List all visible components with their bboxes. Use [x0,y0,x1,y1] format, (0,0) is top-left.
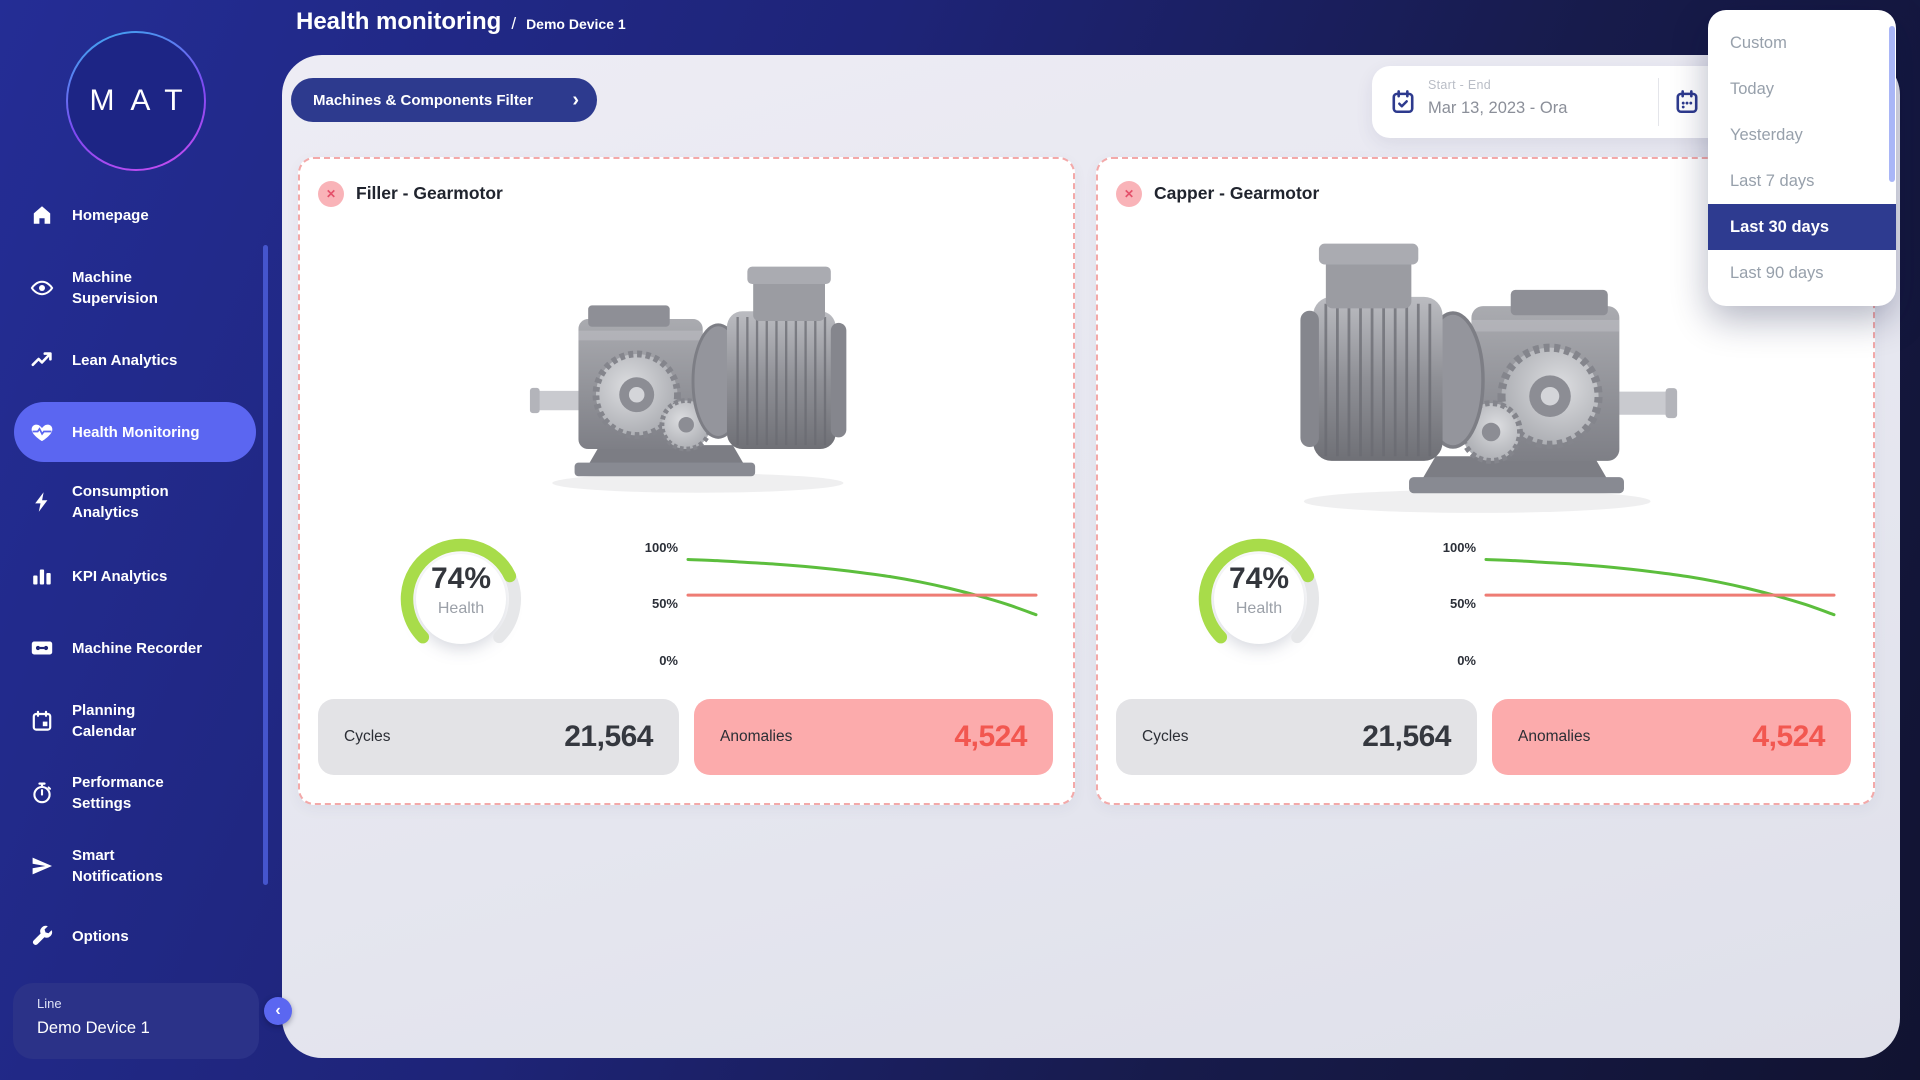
sidebar-collapse-button[interactable]: ‹ [264,997,292,1025]
dropdown-scrollbar[interactable] [1889,26,1895,182]
breadcrumb-device: Demo Device 1 [526,16,626,32]
cycles-label: Cycles [344,728,391,746]
sidebar-item-label: Performance Settings [72,772,164,814]
sidebar-item-machine-recorder[interactable]: Machine Recorder [30,630,266,666]
line-label: Line [37,996,62,1011]
health-trend-chart [1484,540,1836,672]
chevron-left-icon: ‹ [275,1002,280,1020]
dropdown-item-custom[interactable]: Custom [1708,20,1896,66]
filter-button-label: Machines & Components Filter [313,92,533,109]
anomalies-value: 4,524 [1752,720,1825,754]
logo-text: MAT [73,84,198,118]
sidebar-item-planning-calendar[interactable]: Planning Calendar [30,699,266,743]
sidebar-item-consumption-analytics[interactable]: Consumption Analytics [30,480,266,524]
cycles-value: 21,564 [564,720,653,754]
y-tick-100: 100% [1416,538,1476,558]
sidebar-item-options[interactable]: Options [30,918,266,954]
dropdown-item-last-30-days[interactable]: Last 30 days [1708,204,1896,250]
sidebar-item-label: Machine Recorder [72,638,202,659]
sidebar-item-label: Machine Supervision [72,267,158,309]
date-range-dropdown: Custom Today Yesterday Last 7 days Last … [1708,10,1896,306]
calendar-dates-icon[interactable] [1674,89,1700,115]
cassette-icon [30,636,54,660]
y-tick-50: 50% [1416,594,1476,614]
anomalies-stat: Anomalies 4,524 [1492,699,1851,775]
dropdown-item-today[interactable]: Today [1708,66,1896,112]
machines-components-filter-button[interactable]: Machines & Components Filter › [291,78,597,122]
sidebar-item-lean-analytics[interactable]: Lean Analytics [30,342,266,378]
cycles-value: 21,564 [1362,720,1451,754]
breadcrumb-separator: / [511,14,516,34]
card-title: Filler - Gearmotor [356,183,503,204]
health-gauge-label: Health [395,600,527,618]
lightning-bolt-icon [30,490,54,514]
wrench-icon [30,924,54,948]
anomalies-stat: Anomalies 4,524 [694,699,1053,775]
y-tick-50: 50% [618,594,678,614]
paper-plane-icon [30,854,54,878]
close-icon[interactable]: ✕ [1116,181,1142,207]
page-title: Health monitoring [296,8,501,36]
health-gauge [395,533,527,665]
trend-arrow-icon [30,348,54,372]
stopwatch-icon [30,781,54,805]
cycles-label: Cycles [1142,728,1189,746]
sidebar-item-label: Planning Calendar [72,700,136,742]
sidebar-item-label: Health Monitoring [72,422,200,443]
machine-card-filler-gearmotor: ✕ Filler - Gearmotor 74% Health 100% 50%… [298,157,1075,805]
eye-icon [30,276,54,300]
sidebar-item-health-monitoring[interactable]: Health Monitoring [14,402,256,462]
health-trend-chart [686,540,1038,672]
y-tick-100: 100% [618,538,678,558]
health-gauge-label: Health [1193,600,1325,618]
sidebar-item-machine-supervision[interactable]: Machine Supervision [30,266,266,310]
y-tick-0: 0% [618,651,678,671]
mat-logo: MAT [66,31,206,171]
sidebar-item-homepage[interactable]: Homepage [30,197,266,233]
bar-chart-icon [30,564,54,588]
date-range-label: Start - End [1428,78,1491,92]
sidebar-item-label: Consumption Analytics [72,481,169,523]
heart-pulse-icon [30,420,54,444]
sidebar-item-kpi-analytics[interactable]: KPI Analytics [30,558,266,594]
gearmotor-image [1266,209,1700,521]
gearmotor-image [528,221,858,516]
anomalies-value: 4,524 [954,720,1027,754]
card-title: Capper - Gearmotor [1154,183,1319,204]
health-percentage: 74% [1193,562,1325,596]
anomalies-label: Anomalies [720,728,792,746]
dropdown-item-yesterday[interactable]: Yesterday [1708,112,1896,158]
anomalies-label: Anomalies [1518,728,1590,746]
line-device-value: Demo Device 1 [37,1019,150,1038]
line-info-box: Line Demo Device 1 [13,983,259,1059]
breadcrumb: Health monitoring / Demo Device 1 [296,8,626,36]
health-gauge [1193,533,1325,665]
sidebar-item-label: Lean Analytics [72,350,177,371]
dropdown-item-last-7-days[interactable]: Last 7 days [1708,158,1896,204]
close-icon[interactable]: ✕ [318,181,344,207]
health-percentage: 74% [395,562,527,596]
cycles-stat: Cycles 21,564 [318,699,679,775]
sidebar-item-performance-settings[interactable]: Performance Settings [30,771,266,815]
sidebar-item-label: Options [72,926,129,947]
calendar-check-icon[interactable] [1390,89,1416,115]
sidebar-scrollbar[interactable] [263,245,268,885]
app-window: MAT Homepage Machine Supervision Lean An… [0,0,1920,1080]
sidebar-item-label: KPI Analytics [72,566,167,587]
home-icon [30,203,54,227]
date-picker-divider [1658,78,1659,126]
sidebar-item-label: Homepage [72,205,149,226]
date-range-value: Mar 13, 2023 - Ora [1428,99,1567,118]
dropdown-item-last-90-days[interactable]: Last 90 days [1708,250,1896,296]
sidebar-item-label: Smart Notifications [72,845,163,887]
cycles-stat: Cycles 21,564 [1116,699,1477,775]
calendar-icon [30,709,54,733]
y-tick-0: 0% [1416,651,1476,671]
sidebar-item-smart-notifications[interactable]: Smart Notifications [30,844,266,888]
chevron-right-icon: › [572,90,579,110]
